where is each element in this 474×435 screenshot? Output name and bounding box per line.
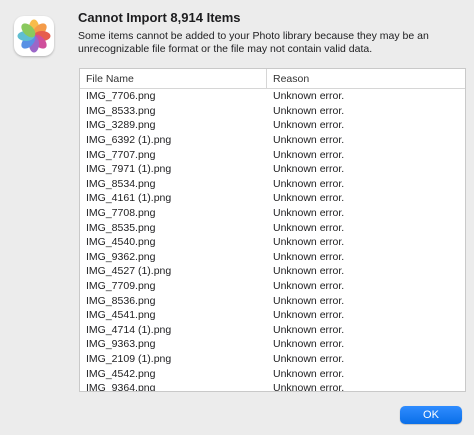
- reason-cell: Unknown error.: [273, 177, 345, 190]
- table-row[interactable]: IMG_2109 (1).png Unknown error.: [80, 352, 465, 367]
- table-header: File Name Reason: [80, 69, 465, 89]
- file-name-cell: IMG_4527 (1).png: [86, 265, 172, 278]
- file-name-cell: IMG_3289.png: [86, 119, 156, 132]
- table-row[interactable]: IMG_4714 (1).png Unknown error.: [80, 323, 465, 338]
- file-name-cell: IMG_4714 (1).png: [86, 323, 172, 336]
- table-row[interactable]: IMG_9364.png Unknown error.: [80, 381, 465, 392]
- file-name-cell: IMG_8535.png: [86, 221, 156, 234]
- column-header-reason[interactable]: Reason: [267, 69, 465, 88]
- file-name-cell: IMG_9364.png: [86, 382, 156, 392]
- table-row[interactable]: IMG_7971 (1).png Unknown error.: [80, 162, 465, 177]
- file-name-cell: IMG_4540.png: [86, 236, 156, 249]
- reason-cell: Unknown error.: [273, 338, 345, 351]
- import-error-dialog: Cannot Import 8,914 Items Some items can…: [0, 0, 474, 435]
- reason-cell: Unknown error.: [273, 90, 345, 103]
- table-row[interactable]: IMG_4161 (1).png Unknown error.: [80, 191, 465, 206]
- dialog-title: Cannot Import 8,914 Items: [78, 10, 241, 25]
- file-name-cell: IMG_8536.png: [86, 294, 156, 307]
- file-name-cell: IMG_2109 (1).png: [86, 352, 172, 365]
- file-name-cell: IMG_7709.png: [86, 280, 156, 293]
- reason-cell: Unknown error.: [273, 236, 345, 249]
- table-row[interactable]: IMG_7708.png Unknown error.: [80, 206, 465, 221]
- table-row[interactable]: IMG_8536.png Unknown error.: [80, 293, 465, 308]
- reason-cell: Unknown error.: [273, 352, 345, 365]
- reason-cell: Unknown error.: [273, 294, 345, 307]
- file-name-cell: IMG_8534.png: [86, 177, 156, 190]
- table-row[interactable]: IMG_9363.png Unknown error.: [80, 337, 465, 352]
- file-name-cell: IMG_7706.png: [86, 90, 156, 103]
- photos-flower-graphic: [17, 19, 51, 53]
- reason-cell: Unknown error.: [273, 280, 345, 293]
- table-row[interactable]: IMG_8533.png Unknown error.: [80, 104, 465, 119]
- table-row[interactable]: IMG_8534.png Unknown error.: [80, 177, 465, 192]
- dialog-message: Some items cannot be added to your Photo…: [78, 30, 429, 55]
- reason-cell: Unknown error.: [273, 221, 345, 234]
- file-name-cell: IMG_9362.png: [86, 250, 156, 263]
- reason-cell: Unknown error.: [273, 119, 345, 132]
- file-name-cell: IMG_4542.png: [86, 367, 156, 380]
- table-row[interactable]: IMG_6392 (1).png Unknown error.: [80, 133, 465, 148]
- reason-cell: Unknown error.: [273, 309, 345, 322]
- error-table[interactable]: File Name Reason IMG_7706.png Unknown err…: [79, 68, 466, 392]
- table-row[interactable]: IMG_7709.png Unknown error.: [80, 279, 465, 294]
- file-name-cell: IMG_7707.png: [86, 148, 156, 161]
- table-row[interactable]: IMG_7707.png Unknown error.: [80, 147, 465, 162]
- table-row[interactable]: IMG_8535.png Unknown error.: [80, 220, 465, 235]
- file-name-cell: IMG_7708.png: [86, 207, 156, 220]
- photos-icon: [14, 16, 54, 56]
- table-row[interactable]: IMG_9362.png Unknown error.: [80, 250, 465, 265]
- reason-cell: Unknown error.: [273, 104, 345, 117]
- file-name-cell: IMG_8533.png: [86, 104, 156, 117]
- table-row[interactable]: IMG_4540.png Unknown error.: [80, 235, 465, 250]
- reason-cell: Unknown error.: [273, 207, 345, 220]
- reason-cell: Unknown error.: [273, 323, 345, 336]
- table-row[interactable]: IMG_4527 (1).png Unknown error.: [80, 264, 465, 279]
- reason-cell: Unknown error.: [273, 148, 345, 161]
- reason-cell: Unknown error.: [273, 367, 345, 380]
- table-body: IMG_7706.png Unknown error. IMG_8533.png Un…: [80, 89, 465, 392]
- column-header-file-name[interactable]: File Name: [80, 69, 267, 88]
- table-row[interactable]: IMG_4541.png Unknown error.: [80, 308, 465, 323]
- file-name-cell: IMG_4161 (1).png: [86, 192, 172, 205]
- reason-cell: Unknown error.: [273, 163, 345, 176]
- reason-cell: Unknown error.: [273, 265, 345, 278]
- file-name-cell: IMG_9363.png: [86, 338, 156, 351]
- table-row[interactable]: IMG_3289.png Unknown error.: [80, 118, 465, 133]
- file-name-cell: IMG_4541.png: [86, 309, 156, 322]
- reason-cell: Unknown error.: [273, 382, 345, 392]
- reason-cell: Unknown error.: [273, 250, 345, 263]
- table-row[interactable]: IMG_7706.png Unknown error.: [80, 89, 465, 104]
- file-name-cell: IMG_7971 (1).png: [86, 163, 172, 176]
- reason-cell: Unknown error.: [273, 134, 345, 147]
- ok-button[interactable]: OK: [400, 406, 462, 424]
- file-name-cell: IMG_6392 (1).png: [86, 134, 172, 147]
- table-row[interactable]: IMG_4542.png Unknown error.: [80, 366, 465, 381]
- reason-cell: Unknown error.: [273, 192, 345, 205]
